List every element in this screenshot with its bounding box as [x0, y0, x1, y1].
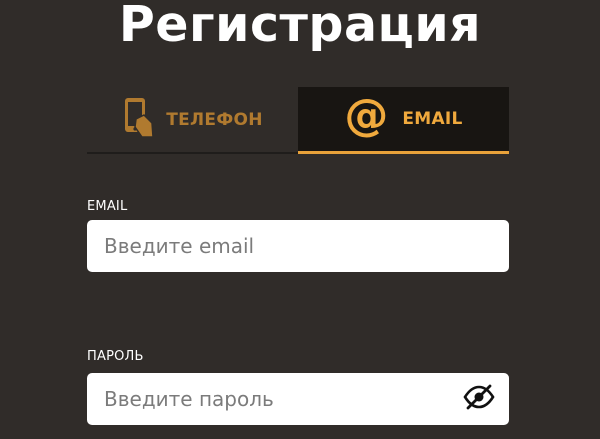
tab-email-label: EMAIL [402, 109, 463, 129]
password-label: ПАРОЛЬ [87, 349, 144, 364]
at-icon: @ [344, 90, 389, 141]
registration-method-tabs: ТЕЛЕФОН @ EMAIL [87, 87, 509, 154]
tab-phone-label: ТЕЛЕФОН [166, 109, 263, 130]
phone-hand-icon [122, 97, 156, 143]
email-field[interactable] [87, 220, 509, 272]
eye-slash-icon [463, 384, 495, 414]
toggle-password-visibility-button[interactable] [462, 384, 496, 414]
tab-email[interactable]: @ EMAIL [298, 87, 509, 154]
password-field[interactable] [87, 373, 509, 425]
page-title: Регистрация [118, 0, 482, 53]
email-label: EMAIL [87, 199, 128, 214]
tab-phone[interactable]: ТЕЛЕФОН [87, 87, 298, 154]
